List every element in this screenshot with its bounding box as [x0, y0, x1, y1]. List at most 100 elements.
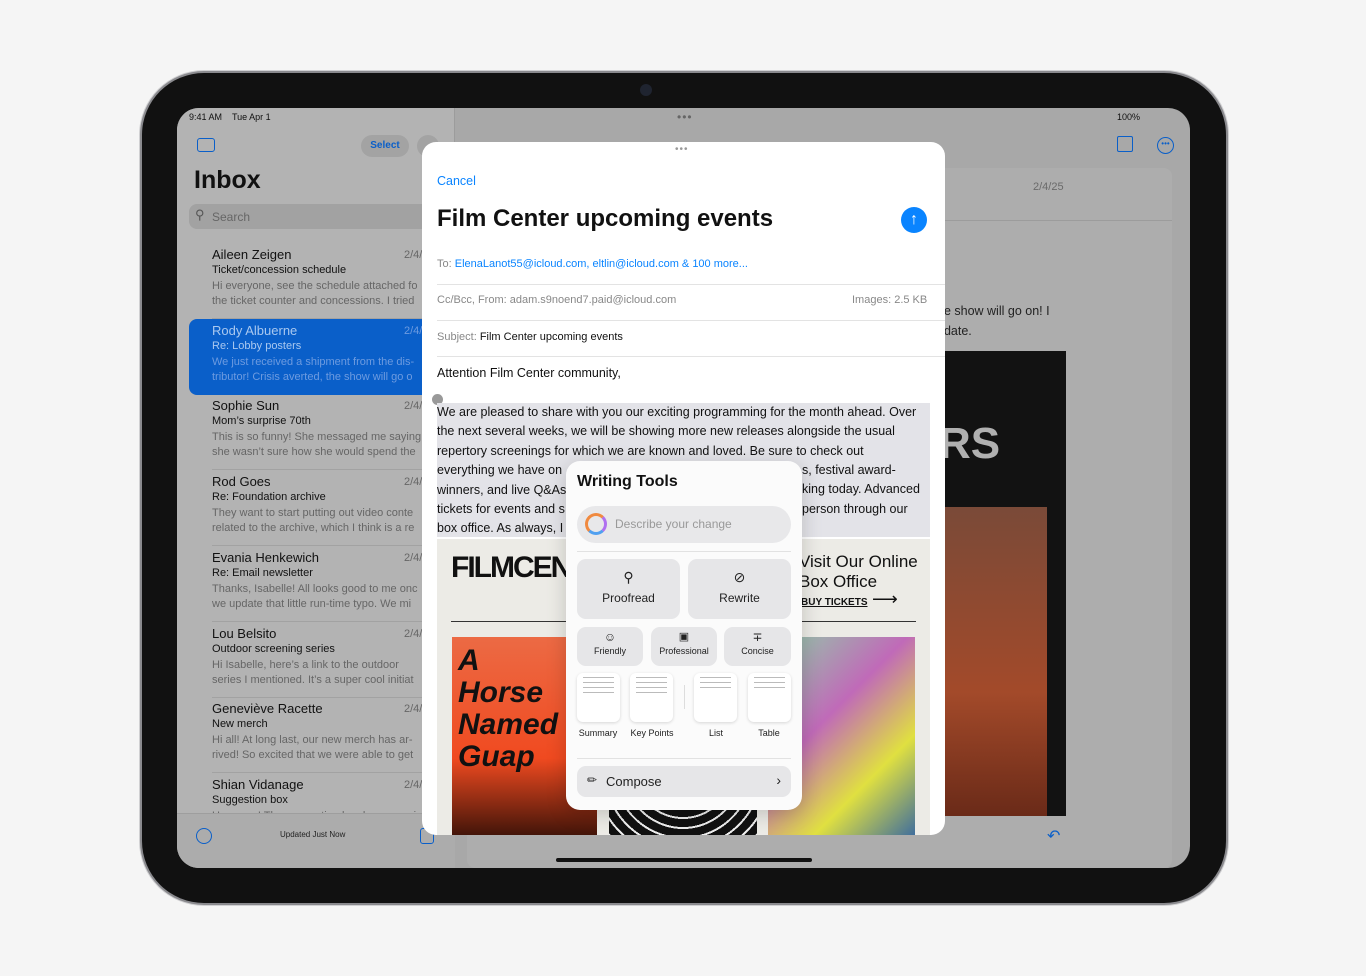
sender: Geneviève Racette — [212, 701, 323, 717]
select-button[interactable]: Select — [361, 135, 409, 157]
filter-icon[interactable] — [196, 828, 212, 844]
email-date: 2/4/ — [404, 551, 423, 564]
status-time: 9:41 AM — [189, 112, 223, 122]
email-date: 2/4/ — [404, 476, 423, 489]
email-preview: Hi everyone, see the schedule attached f… — [212, 280, 418, 307]
mailbox-sidebar: 9:41 AM Tue Apr 1 Select Inbox ⚲ Search … — [177, 108, 455, 868]
multitask-dots[interactable]: ••• — [677, 110, 693, 124]
compose-button[interactable]: ✏ Compose › — [577, 766, 791, 797]
briefcase-icon: ▣ — [678, 631, 690, 643]
sheet-grabber[interactable]: ••• — [675, 144, 689, 155]
poster-image: RS — [937, 351, 1066, 816]
email-date: 2/4/ — [404, 324, 423, 337]
email-list-item[interactable]: Geneviève Racette 2/4/New merch Hi all! At… — [189, 697, 455, 774]
battery-status: 100% — [1117, 112, 1141, 122]
send-button[interactable]: ↑ — [901, 207, 927, 233]
greeting[interactable]: Attention Film Center community, — [437, 364, 932, 383]
table-button[interactable] — [748, 673, 791, 722]
email-date: 2/4/ — [404, 249, 423, 261]
email-preview: Hi Isabelle, here’s a link to the outdoo… — [212, 658, 414, 686]
email-list-item[interactable]: Evania Henkewich 2/4/Re: Email newsletter… — [189, 546, 455, 622]
proofread-icon: ⚲ — [623, 569, 634, 585]
sender: Evania Henkewich — [212, 549, 319, 565]
sender: Shian Vidanage — [212, 776, 304, 792]
email-date: 2/4/ — [404, 703, 423, 716]
cancel-button[interactable]: Cancel — [437, 174, 476, 188]
reply-icon[interactable]: ↶ — [1047, 826, 1060, 846]
search-icon: ⚲ — [195, 207, 205, 222]
cc-from-field[interactable]: Cc/Bcc, From: adam.s9noend7.paid@icloud.… — [437, 294, 676, 306]
email-preview: This is so funny! She messaged me saying… — [212, 431, 422, 459]
proofread-button[interactable]: ⚲ Proofread — [577, 559, 680, 619]
email-preview: Hi all! At long last, our new merch has … — [212, 734, 414, 762]
status-date: Tue Apr 1 — [232, 112, 271, 122]
sender: Rod Goes — [212, 474, 271, 490]
compose-title: Film Center upcoming events — [437, 205, 774, 232]
writing-tools-popover: Writing Tools Describe your change ⚲ Proo… — [566, 461, 802, 810]
compose-icon[interactable] — [1117, 136, 1133, 152]
concise-icon: ∓ — [752, 630, 763, 644]
email-list-item[interactable]: Rody Albuerne 2/4/Re: Lobby posters We jus… — [189, 318, 455, 395]
rewrite-button[interactable]: ⊘ Rewrite — [688, 559, 791, 619]
apple-intelligence-icon — [585, 513, 607, 535]
summary-button[interactable] — [577, 673, 620, 722]
sender: Rody Albuerne — [212, 322, 298, 338]
sidebar-toggle-icon[interactable] — [197, 138, 215, 152]
screen: 9:41 AM Tue Apr 1 Select Inbox ⚲ Search … — [177, 108, 1190, 868]
smile-icon: ☺ — [603, 630, 617, 644]
writing-tools-title: Writing Tools — [577, 473, 678, 490]
search-placeholder: Search — [212, 210, 251, 224]
more-icon[interactable]: ••• — [1157, 137, 1174, 154]
rewrite-icon: ⊘ — [733, 569, 746, 585]
pencil-icon: ✏ — [587, 773, 598, 787]
table-label: Table — [758, 728, 780, 738]
email-list-item[interactable]: Lou Belsito 2/4/Outdoor screening series H… — [189, 622, 455, 698]
email-list-item[interactable]: Sophie Sun 2/4/Mom’s surprise 70th This is… — [189, 394, 455, 471]
email-date: 2/4/ — [404, 627, 423, 640]
camera — [640, 84, 652, 96]
email-subject: Outdoor screening series — [212, 642, 335, 655]
email-subject: New merch — [212, 718, 268, 731]
email-list-item[interactable]: Rod Goes 2/4/Re: Foundation archive They w… — [189, 470, 455, 547]
search-input[interactable]: ⚲ Search — [189, 204, 449, 229]
updated-status: Updated Just Now — [280, 830, 346, 839]
sender: Aileen Zeigen — [212, 247, 292, 262]
list-label: List — [708, 728, 723, 738]
email-date: 2/4/ — [404, 400, 423, 413]
email-subject: Suggestion box — [212, 793, 288, 806]
message-date: 2/4/25 — [1033, 181, 1064, 193]
email-preview: They want to start putting out video con… — [212, 507, 415, 535]
email-subject: Re: Foundation archive — [212, 491, 326, 504]
summary-label: Summary — [578, 728, 618, 738]
images-size[interactable]: Images: 2.5 KB — [852, 294, 927, 306]
email-subject: Ticket/concession schedule — [212, 264, 347, 276]
from-address: adam.s9noend7.paid@icloud.com — [509, 294, 677, 306]
sidebar-toolbar: Updated Just Now — [177, 813, 455, 868]
professional-button[interactable]: ▣ Professional — [651, 627, 717, 666]
key-points-label: Key Points — [630, 728, 674, 738]
email-date: 2/4/ — [404, 778, 423, 791]
subject-field[interactable]: Subject: Film Center upcoming events — [437, 331, 623, 343]
to-field[interactable]: To: ElenaLanot55@icloud.com, eltlin@iclo… — [437, 258, 748, 270]
key-points-button[interactable] — [630, 673, 673, 722]
chevron-right-icon: › — [776, 772, 781, 788]
email-subject: Re: Email newsletter — [212, 566, 313, 579]
email-subject: Mom’s surprise 70th — [212, 415, 311, 428]
home-indicator — [556, 858, 812, 862]
friendly-button[interactable]: ☺ Friendly — [577, 627, 643, 666]
concise-button[interactable]: ∓ Concise — [724, 627, 791, 666]
visit-box-office: Visit Our Online Box Office — [799, 552, 918, 591]
sender: Lou Belsito — [212, 625, 277, 641]
describe-change-input[interactable]: Describe your change — [577, 506, 791, 543]
body-text-right: s, festival award-king today. Advanced pe… — [802, 463, 920, 516]
email-list-item[interactable]: Aileen Zeigen 2/4/Ticket/concession sched… — [189, 243, 455, 319]
email-preview: We just received a shipment from the dis… — [212, 355, 415, 383]
list-button[interactable] — [694, 673, 737, 722]
page-title: Inbox — [194, 166, 261, 194]
buy-tickets-link[interactable]: BUY TICKETS — [801, 597, 868, 608]
message-body: he show will go on! Ipdate. — [937, 304, 1050, 338]
email-preview: Thanks, Isabelle! All looks good to me o… — [212, 582, 418, 610]
sender: Sophie Sun — [212, 398, 280, 414]
email-subject: Re: Lobby posters — [212, 339, 302, 352]
recipients: ElenaLanot55@icloud.com, eltlin@icloud.c… — [454, 258, 748, 270]
